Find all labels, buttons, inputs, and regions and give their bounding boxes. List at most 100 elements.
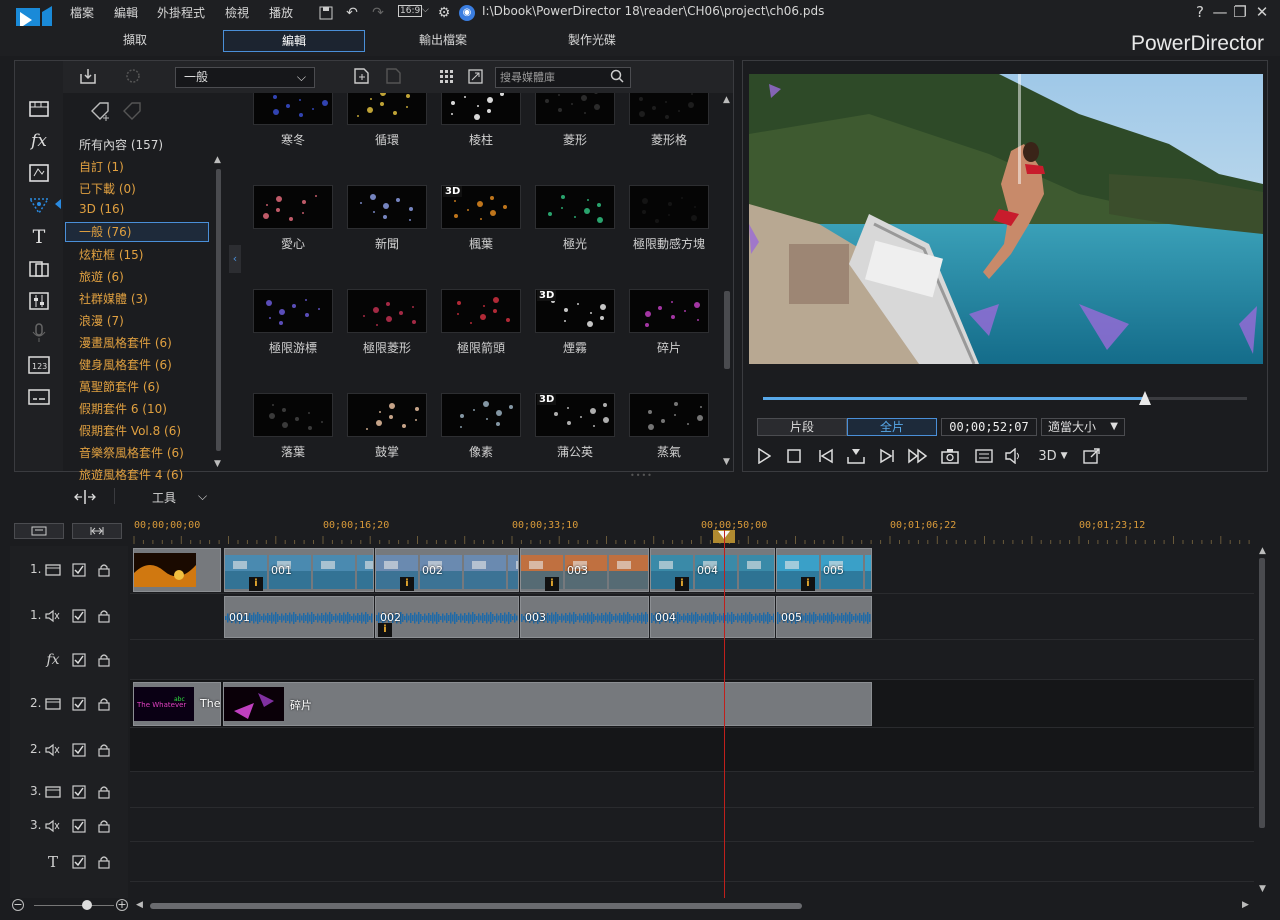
menu-view[interactable]: 檢視 — [225, 4, 249, 21]
audio-clip[interactable]: 002 i — [375, 596, 519, 638]
splitter-grip[interactable]: •••• — [630, 472, 652, 480]
save-icon[interactable] — [316, 3, 336, 23]
timeline-snap-button[interactable] — [72, 523, 122, 539]
scroll-left-arrow-icon[interactable]: ◀ — [136, 900, 143, 910]
category-item[interactable]: 自訂 (1) — [79, 158, 124, 175]
audio-clip[interactable]: 005 — [776, 596, 872, 638]
tab-edit[interactable]: 編輯 — [223, 30, 365, 52]
play-icon[interactable] — [753, 445, 775, 467]
category-item[interactable]: 旅遊 (6) — [79, 268, 124, 285]
category-item[interactable]: 3D (16) — [79, 202, 124, 216]
zoom-fit-select[interactable]: 適當大小 ▼ — [1041, 418, 1125, 436]
video-clip-intro[interactable] — [133, 548, 221, 592]
template-thumbnail[interactable] — [253, 185, 333, 229]
clip-info-icon[interactable]: i — [675, 577, 689, 591]
video-clip[interactable]: 002 i — [375, 548, 519, 592]
clip-mode-button[interactable]: 片段 — [757, 418, 847, 436]
pip-room-icon[interactable] — [27, 161, 51, 185]
category-item[interactable]: 已下載 (0) — [79, 180, 136, 197]
template-thumbnail[interactable] — [347, 289, 427, 333]
category-item[interactable]: 音樂祭風格套件 (6) — [79, 444, 184, 461]
minimize-button[interactable]: — — [1210, 3, 1230, 23]
template-thumbnail[interactable] — [441, 93, 521, 125]
timeline-vertical-scrollbar[interactable]: ▲ ▼ — [1256, 546, 1270, 898]
template-thumbnail[interactable] — [441, 289, 521, 333]
video-clip-shatter[interactable]: 碎片 — [223, 682, 872, 726]
preview-seek-bar[interactable] — [763, 391, 1247, 405]
audio-mixing-room-icon[interactable] — [27, 289, 51, 313]
chapter-room-icon[interactable]: 123 — [27, 353, 51, 377]
particle-room-icon[interactable] — [27, 193, 51, 217]
zoom-slider-track[interactable] — [34, 905, 114, 906]
settings-gear-icon[interactable]: ⚙ — [434, 3, 454, 23]
vertical-scroll-thumb[interactable] — [1259, 558, 1265, 828]
tab-capture[interactable]: 擷取 — [64, 30, 206, 52]
video-clip[interactable]: 005 i — [776, 548, 872, 592]
next-frame-icon[interactable] — [876, 445, 898, 467]
add-new-template-icon[interactable] — [353, 68, 371, 84]
tab-create-disc[interactable]: 製作光碟 — [521, 30, 663, 52]
template-thumbnail[interactable] — [347, 185, 427, 229]
category-item[interactable]: 社群媒體 (3) — [79, 290, 148, 307]
menu-playback[interactable]: 播放 — [269, 4, 293, 21]
track-lock-icon[interactable] — [95, 817, 113, 835]
account-icon[interactable]: ◉ — [459, 5, 475, 21]
category-select[interactable]: 一般 ⌵ — [175, 67, 315, 88]
menu-edit[interactable]: 編輯 — [114, 4, 138, 21]
search-icon[interactable] — [610, 69, 624, 83]
track-lock-icon[interactable] — [95, 853, 113, 871]
grid-scrollbar[interactable]: ▲ ▼ — [722, 93, 734, 471]
template-thumbnail[interactable] — [347, 393, 427, 437]
track-enable-checkbox[interactable] — [70, 561, 88, 579]
track-lock-icon[interactable] — [95, 741, 113, 759]
template-thumbnail[interactable] — [629, 185, 709, 229]
template-thumbnail[interactable] — [629, 289, 709, 333]
clip-info-icon[interactable]: i — [801, 577, 815, 591]
template-thumbnail[interactable] — [629, 393, 709, 437]
title-room-icon[interactable]: T — [27, 225, 51, 249]
chevron-down-icon[interactable]: ⌵ — [198, 489, 207, 504]
clip-info-icon[interactable]: i — [378, 623, 392, 637]
template-thumbnail[interactable] — [441, 393, 521, 437]
import-media-icon[interactable] — [79, 68, 97, 84]
video-clip[interactable]: 004 i — [650, 548, 775, 592]
template-thumbnail[interactable]: 3D — [535, 289, 615, 333]
track-enable-checkbox[interactable] — [70, 741, 88, 759]
video-clip[interactable]: 003 i — [520, 548, 649, 592]
track-lock-icon[interactable] — [95, 561, 113, 579]
track-enable-checkbox[interactable] — [70, 607, 88, 625]
category-item[interactable]: 假期套件 6 (10) — [79, 400, 167, 417]
clip-info-icon[interactable]: i — [249, 577, 263, 591]
menu-plugins[interactable]: 外掛程式 — [157, 4, 205, 21]
horizontal-scroll-thumb[interactable] — [150, 903, 802, 909]
template-thumbnail[interactable] — [535, 93, 615, 125]
microphone-icon[interactable] — [27, 321, 51, 345]
zoom-out-icon[interactable]: − — [12, 899, 24, 911]
previous-frame-icon[interactable] — [815, 445, 837, 467]
track-lock-icon[interactable] — [95, 695, 113, 713]
template-thumbnail[interactable] — [629, 93, 709, 125]
scroll-down-arrow-icon[interactable]: ▼ — [723, 457, 730, 467]
transition-room-icon[interactable] — [27, 257, 51, 281]
clip-info-icon[interactable]: i — [545, 577, 559, 591]
add-tag-icon[interactable] — [89, 101, 111, 123]
tab-produce[interactable]: 輸出檔案 — [372, 30, 514, 52]
seek-slider-knob[interactable] — [1139, 391, 1152, 405]
track-enable-checkbox[interactable] — [70, 853, 88, 871]
template-thumbnail[interactable] — [347, 93, 427, 125]
scroll-down-arrow-icon[interactable]: ▼ — [214, 459, 221, 469]
category-scrollbar[interactable] — [216, 169, 221, 451]
close-button[interactable]: ✕ — [1252, 3, 1272, 23]
media-room-icon[interactable] — [27, 97, 51, 121]
fit-timeline-icon[interactable] — [74, 490, 96, 504]
grid-scroll-thumb[interactable] — [724, 291, 730, 369]
track-enable-checkbox[interactable] — [70, 651, 88, 669]
modify-template-icon[interactable] — [385, 68, 403, 84]
template-thumbnail[interactable] — [253, 93, 333, 125]
snapshot-camera-icon[interactable] — [939, 445, 961, 467]
video-clip[interactable]: 001 i — [224, 548, 374, 592]
movie-mode-button[interactable]: 全片 — [847, 418, 937, 436]
library-search-input[interactable]: 搜尋媒體庫 — [495, 67, 631, 88]
audio-clip[interactable]: 001 — [224, 596, 374, 638]
template-thumbnail[interactable]: 3D — [441, 185, 521, 229]
